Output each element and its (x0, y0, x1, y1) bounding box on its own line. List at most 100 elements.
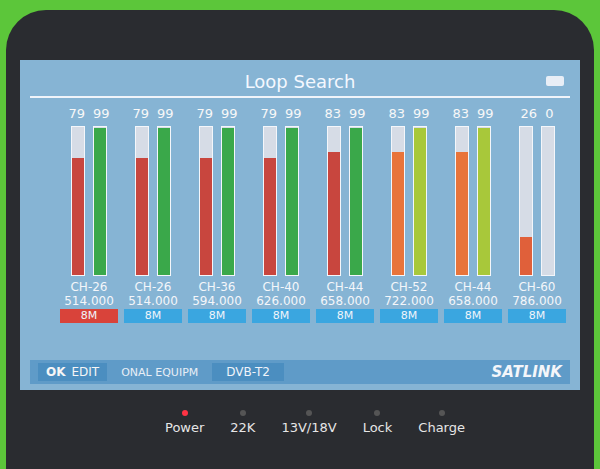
quality-reading: 99 (221, 106, 238, 122)
strength-reading: 79 (260, 106, 277, 122)
bandwidth-cell[interactable]: 8M (252, 309, 310, 323)
indicator: 22K (230, 410, 255, 435)
channel-frequency: 626.000 (256, 294, 306, 308)
strength-bar (71, 126, 85, 276)
bandwidth-cell[interactable]: 8M (508, 309, 566, 323)
channel-column[interactable]: 79 99 CH-40626.0008M (252, 106, 310, 356)
channel-frequency: 786.000 (512, 294, 562, 308)
channel-column[interactable]: 79 99 CH-26514.0008M (60, 106, 118, 356)
led-icon (240, 410, 246, 416)
strength-reading: 79 (196, 106, 213, 122)
channel-frequency: 658.000 (448, 294, 498, 308)
channel-name: CH-44 (454, 280, 491, 294)
channel-name: CH-44 (326, 280, 363, 294)
indicator: Power (165, 410, 204, 435)
strength-bar (199, 126, 213, 276)
channel-name: CH-52 (390, 280, 427, 294)
quality-reading: 99 (157, 106, 174, 122)
channel-bars (391, 126, 427, 276)
quality-bar (285, 126, 299, 276)
standard-label: DVB-T2 (212, 363, 284, 381)
indicator: 13V/18V (281, 410, 336, 435)
channel-readings: 79 99 (196, 106, 237, 122)
led-icon (374, 410, 380, 416)
channel-list: 7999CH-26514.0008M7999CH-26514.0008M7999… (30, 106, 570, 356)
indicator: Charge (418, 410, 465, 435)
quality-reading: 99 (349, 106, 366, 122)
led-icon (439, 410, 445, 416)
channel-bars (455, 126, 491, 276)
channel-name: CH-26 (70, 280, 107, 294)
bandwidth-cell[interactable]: 8M (124, 309, 182, 323)
quality-reading: 99 (93, 106, 110, 122)
channel-readings: 83 99 (452, 106, 493, 122)
channel-column[interactable]: 83 99 CH-52722.0008M (380, 106, 438, 356)
channel-column[interactable]: 79 99 CH-26514.0008M (124, 106, 182, 356)
channel-frequency: 514.000 (128, 294, 178, 308)
indicator: Lock (363, 410, 393, 435)
quality-bar (477, 126, 491, 276)
channel-frequency: 514.000 (64, 294, 114, 308)
meter-device: Loop Search7999CH-26514.0008M7999CH-2651… (0, 0, 600, 469)
brand-logo: SATLINK (491, 363, 562, 381)
strength-bar (327, 126, 341, 276)
channel-bars (327, 126, 363, 276)
led-icon (182, 410, 188, 416)
channel-readings: 79 99 (68, 106, 109, 122)
strength-bar (391, 126, 405, 276)
quality-bar (157, 126, 171, 276)
quality-reading: 99 (285, 106, 302, 122)
channel-name: CH-40 (262, 280, 299, 294)
channel-readings: 83 99 (388, 106, 429, 122)
strength-bar (519, 126, 533, 276)
screen-title: Loop Search (245, 71, 356, 92)
channel-bars (135, 126, 171, 276)
bezel: Loop Search7999CH-26514.0008M7999CH-2651… (6, 10, 594, 469)
quality-bar (93, 126, 107, 276)
strength-reading: 79 (68, 106, 85, 122)
channel-readings: 83 99 (324, 106, 365, 122)
footer-bar: OKEDIT ONAL EQUIPM DVB-T2 SATLINK (30, 360, 570, 384)
menu-icon (546, 76, 564, 86)
channel-name: CH-60 (518, 280, 555, 294)
title-divider (30, 96, 570, 98)
channel-bars (71, 126, 107, 276)
channel-column[interactable]: 79 99 CH-36594.0008M (188, 106, 246, 356)
strength-reading: 83 (452, 106, 469, 122)
strength-bar (455, 126, 469, 276)
channel-column[interactable]: 83 99 CH-44658.0008M (444, 106, 502, 356)
strength-reading: 83 (388, 106, 405, 122)
channel-frequency: 658.000 (320, 294, 370, 308)
bandwidth-cell[interactable]: 8M (316, 309, 374, 323)
channel-column[interactable]: 260 CH-60786.0008M (508, 106, 566, 356)
bandwidth-cell[interactable]: 8M (60, 309, 118, 323)
indicator-row: Power 22K 13V/18V Lock Charge (20, 390, 580, 435)
strength-reading: 83 (324, 106, 341, 122)
bandwidth-cell[interactable]: 8M (380, 309, 438, 323)
channel-readings: 79 99 (132, 106, 173, 122)
footer-info: ONAL EQUIPM (121, 366, 198, 379)
strength-reading: 79 (132, 106, 149, 122)
screen: Loop Search7999CH-26514.0008M7999CH-2651… (20, 60, 580, 390)
channel-name: CH-36 (198, 280, 235, 294)
ok-edit-button[interactable]: OKEDIT (38, 363, 107, 381)
channel-bars (519, 126, 555, 276)
strength-reading: 26 (521, 106, 538, 122)
channel-readings: 79 99 (260, 106, 301, 122)
channel-readings: 260 (521, 106, 554, 122)
channel-frequency: 722.000 (384, 294, 434, 308)
channel-frequency: 594.000 (192, 294, 242, 308)
quality-reading: 99 (477, 106, 494, 122)
bandwidth-cell[interactable]: 8M (444, 309, 502, 323)
strength-bar (135, 126, 149, 276)
channel-name: CH-26 (134, 280, 171, 294)
quality-bar (349, 126, 363, 276)
strength-bar (263, 126, 277, 276)
led-icon (306, 410, 312, 416)
quality-bar (413, 126, 427, 276)
bandwidth-cell[interactable]: 8M (188, 309, 246, 323)
quality-reading: 99 (413, 106, 430, 122)
quality-bar (221, 126, 235, 276)
channel-bars (263, 126, 299, 276)
channel-column[interactable]: 83 99 CH-44658.0008M (316, 106, 374, 356)
